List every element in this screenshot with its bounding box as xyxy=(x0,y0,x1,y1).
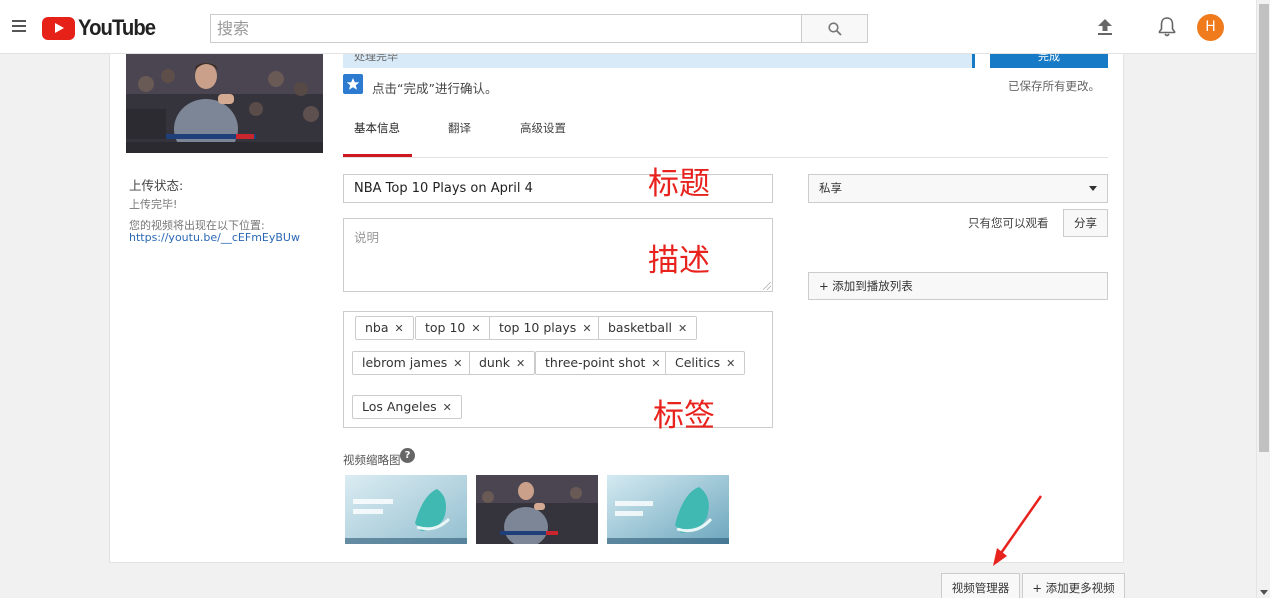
video-preview[interactable] xyxy=(126,54,323,153)
chevron-down-icon xyxy=(1089,186,1097,191)
play-logo-icon xyxy=(42,16,75,40)
add-to-playlist-button[interactable]: + 添加到播放列表 xyxy=(808,272,1108,300)
page-scrollbar[interactable] xyxy=(1256,0,1270,598)
description-placeholder: 说明 xyxy=(354,230,380,245)
remove-tag-icon[interactable]: ✕ xyxy=(726,357,735,370)
tag-chip: Celitics ✕ xyxy=(665,351,746,375)
privacy-select[interactable]: 私享 xyxy=(808,174,1108,203)
star-icon xyxy=(343,74,363,94)
hamburger-menu-icon[interactable] xyxy=(12,20,26,32)
remove-tag-icon[interactable]: ✕ xyxy=(443,401,452,414)
title-annotation: 标题 xyxy=(648,166,710,202)
tag-chip: top 10 ✕ xyxy=(415,316,491,340)
tag-label: three-point shot xyxy=(545,355,646,370)
remove-tag-icon[interactable]: ✕ xyxy=(651,357,660,370)
remove-tag-icon[interactable]: ✕ xyxy=(582,322,591,335)
privacy-note: 只有您可以观看 xyxy=(968,216,1049,230)
tag-label: top 10 plays xyxy=(499,320,577,335)
tab-basic-info[interactable]: 基本信息 xyxy=(354,120,400,136)
tab-advanced-settings[interactable]: 高级设置 xyxy=(520,120,566,136)
player-thumbnail-image xyxy=(476,475,598,544)
tag-label: Celitics xyxy=(675,355,721,370)
upload-status-label: 上传状态: xyxy=(129,178,184,193)
tab-divider xyxy=(343,157,1108,158)
video-url-link[interactable]: https://youtu.be/__cEFmEyBUw xyxy=(129,231,300,244)
bell-icon[interactable] xyxy=(1157,16,1177,38)
resize-grip-icon[interactable] xyxy=(763,282,771,290)
thumbnail-option-1[interactable] xyxy=(345,475,467,544)
tag-chip: three-point shot ✕ xyxy=(535,351,671,375)
tag-chip: nba ✕ xyxy=(355,316,414,340)
upload-complete-text: 上传完毕! xyxy=(129,198,178,211)
tag-label: top 10 xyxy=(425,320,466,335)
remove-tag-icon[interactable]: ✕ xyxy=(516,357,525,370)
tag-label: basketball xyxy=(608,320,673,335)
tag-label: lebrom james xyxy=(362,355,448,370)
description-annotation: 描述 xyxy=(648,243,710,279)
annotation-arrow-icon xyxy=(993,495,1043,566)
sneaker-thumbnail-image xyxy=(345,475,467,544)
logo-text: YouTube xyxy=(78,15,156,40)
video-manager-button[interactable]: 视频管理器 xyxy=(941,573,1020,598)
thumbnail-option-2[interactable] xyxy=(476,475,598,544)
remove-tag-icon[interactable]: ✕ xyxy=(395,322,404,335)
search-button[interactable] xyxy=(801,14,868,43)
tags-annotation: 标签 xyxy=(653,398,715,434)
share-button[interactable]: 分享 xyxy=(1063,209,1108,237)
tag-label: dunk xyxy=(479,355,511,370)
thumbnails-label: 视频缩略图 xyxy=(343,453,401,467)
remove-tag-icon[interactable]: ✕ xyxy=(678,322,687,335)
remove-tag-icon[interactable]: ✕ xyxy=(471,322,480,335)
sneaker-thumbnail-image xyxy=(607,475,729,544)
tag-chip: Los Angeles ✕ xyxy=(352,395,462,419)
tab-translation[interactable]: 翻译 xyxy=(448,120,471,136)
scroll-down-arrow-icon[interactable] xyxy=(1260,590,1268,595)
youtube-logo[interactable]: YouTube xyxy=(42,15,162,40)
tag-chip: basketball ✕ xyxy=(598,316,698,340)
tag-chip: dunk ✕ xyxy=(469,351,536,375)
thumbnail-option-3[interactable] xyxy=(607,475,729,544)
search-input[interactable]: 搜索 xyxy=(210,14,801,43)
upload-icon[interactable] xyxy=(1095,17,1115,37)
top-bar: YouTube 搜索 H xyxy=(0,0,1256,54)
help-icon[interactable]: ? xyxy=(400,448,415,463)
tag-label: nba xyxy=(365,320,389,335)
confirm-text: 点击“完成”进行确认。 xyxy=(372,81,498,96)
tag-label: Los Angeles xyxy=(362,399,437,414)
scrollbar-thumb[interactable] xyxy=(1259,4,1269,452)
remove-tag-icon[interactable]: ✕ xyxy=(453,357,462,370)
saved-status-text: 已保存所有更改。 xyxy=(1008,79,1100,93)
search-icon xyxy=(827,21,842,36)
video-frame-image xyxy=(126,54,323,153)
avatar[interactable]: H xyxy=(1197,14,1224,41)
privacy-value: 私享 xyxy=(819,181,842,195)
add-more-videos-button[interactable]: + 添加更多视频 xyxy=(1022,573,1125,598)
tag-chip: lebrom james ✕ xyxy=(352,351,473,375)
tag-chip: top 10 plays ✕ xyxy=(489,316,602,340)
